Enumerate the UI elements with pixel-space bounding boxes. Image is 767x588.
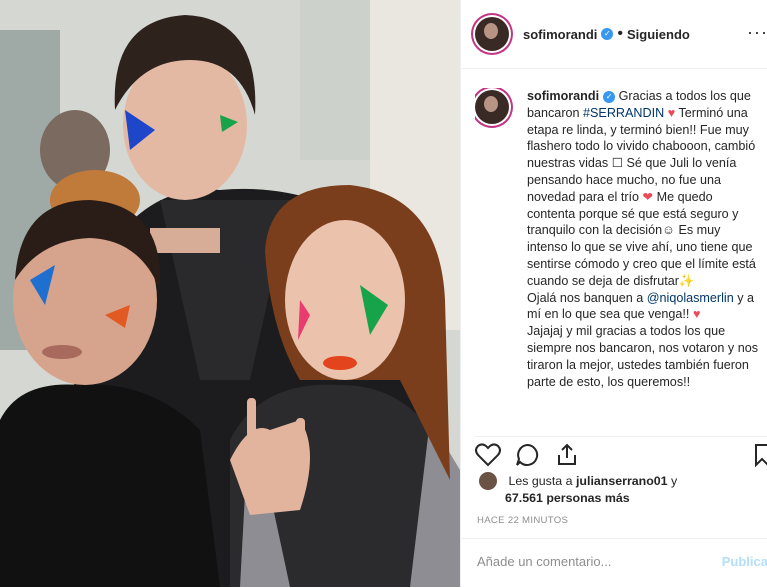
liker-username[interactable]: julianserrano01 bbox=[576, 474, 668, 488]
author-username[interactable]: sofimorandi bbox=[523, 27, 597, 42]
comment-icon[interactable] bbox=[515, 443, 541, 467]
caption-line6: Jajajaj y mil gracias a todos los que si… bbox=[527, 324, 759, 389]
bookmark-icon[interactable] bbox=[755, 443, 767, 467]
red-heart-emoji: ♥ bbox=[692, 307, 701, 322]
action-bar bbox=[475, 436, 767, 467]
following-button[interactable]: Siguiendo bbox=[627, 27, 690, 42]
add-comment-bar: Publica bbox=[461, 538, 767, 588]
likes-count[interactable]: 67.561 personas más bbox=[505, 491, 630, 505]
caption-author[interactable]: sofimorandi bbox=[527, 89, 599, 103]
caption-author-avatar[interactable] bbox=[475, 90, 509, 124]
comment-input[interactable] bbox=[475, 553, 699, 570]
likes-prefix: Les gusta a bbox=[508, 474, 573, 488]
caption-line3: Me quedo contenta porque sé que está seg… bbox=[527, 189, 756, 288]
verified-badge-icon: ✓ bbox=[601, 28, 614, 40]
hearts-emoji: ❤ bbox=[642, 189, 654, 204]
mention-link[interactable]: @niqolasmerlin bbox=[647, 291, 734, 305]
caption-text: sofimorandi ✓ Gracias a todos los que ban… bbox=[527, 88, 764, 390]
caption-block: sofimorandi ✓ Gracias a todos los que ban… bbox=[475, 88, 767, 428]
post-header: sofimorandi ✓ • Siguiendo ··· bbox=[461, 0, 767, 69]
publish-button[interactable]: Publica bbox=[722, 554, 767, 569]
likes-summary: Les gusta a julianserrano01 y 67.561 per… bbox=[475, 472, 767, 507]
post-side-panel: sofimorandi ✓ • Siguiendo ··· sofimorand… bbox=[460, 0, 767, 587]
post-timestamp[interactable]: HACE 22 MINUTOS bbox=[477, 515, 568, 526]
author-avatar[interactable] bbox=[475, 17, 509, 51]
more-options-icon[interactable]: ··· bbox=[747, 22, 767, 43]
liker-avatar[interactable] bbox=[479, 472, 497, 490]
separator-dot: • bbox=[617, 25, 624, 42]
heart-icon[interactable] bbox=[475, 443, 501, 467]
caption-line4: Ojalá nos banquen a bbox=[527, 290, 644, 305]
caption-line2: Terminó una etapa re linda, y terminó bi… bbox=[527, 105, 756, 204]
red-heart-emoji: ♥ bbox=[667, 105, 676, 120]
post-photo[interactable] bbox=[0, 0, 460, 587]
share-icon[interactable] bbox=[555, 443, 579, 467]
hashtag-link[interactable]: #SERRANDIN bbox=[583, 106, 664, 120]
likes-joiner: y bbox=[671, 474, 678, 488]
verified-badge-icon: ✓ bbox=[603, 91, 616, 103]
post-photo-drawing bbox=[0, 0, 460, 587]
